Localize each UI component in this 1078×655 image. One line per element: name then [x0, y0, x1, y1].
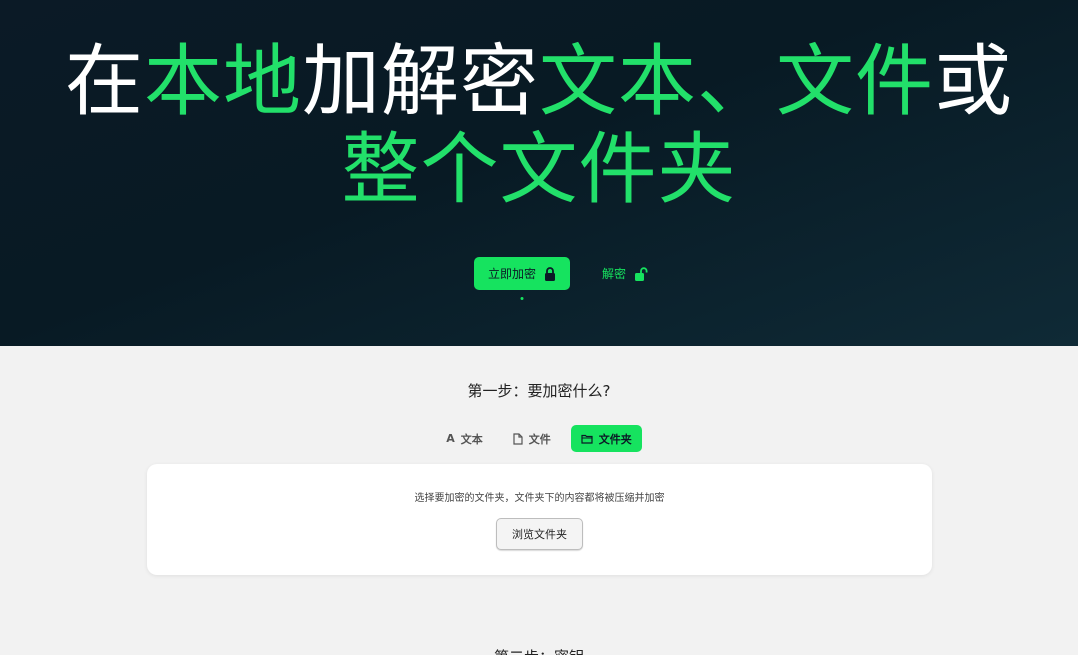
text-icon: A	[446, 432, 455, 445]
tab-text[interactable]: A 文本	[436, 425, 493, 452]
tab-folder[interactable]: 文件夹	[570, 425, 642, 452]
browse-folder-button[interactable]: 浏览文件夹	[496, 518, 583, 550]
step2-title: 第二步：密钥	[0, 646, 1078, 655]
hero-buttons: 立即加密 解密	[0, 257, 1078, 300]
tab-file[interactable]: 文件	[503, 425, 561, 452]
hero-title: 在本地加解密文本、文件或 整个文件夹	[64, 37, 1014, 215]
step1-section: 第一步：要加密什么? A 文本 文件 文件夹 选择要加密的文件夹，文件夹下的内容…	[0, 346, 1078, 655]
folder-icon	[581, 434, 593, 444]
file-icon	[513, 432, 523, 445]
folder-select-card: 选择要加密的文件夹，文件夹下的内容都将被压缩并加密 浏览文件夹	[147, 464, 932, 575]
unlock-icon	[634, 266, 648, 281]
folder-description: 选择要加密的文件夹，文件夹下的内容都将被压缩并加密	[414, 493, 665, 504]
hero-section: 在本地加解密文本、文件或 整个文件夹 立即加密 解密	[0, 0, 1078, 346]
decrypt-button[interactable]: 解密	[596, 257, 654, 290]
encrypt-type-tabs: A 文本 文件 文件夹	[0, 425, 1078, 452]
encrypt-now-button[interactable]: 立即加密	[473, 257, 570, 300]
lock-icon	[544, 266, 556, 281]
active-indicator	[520, 297, 524, 300]
step1-title: 第一步：要加密什么?	[467, 382, 611, 400]
